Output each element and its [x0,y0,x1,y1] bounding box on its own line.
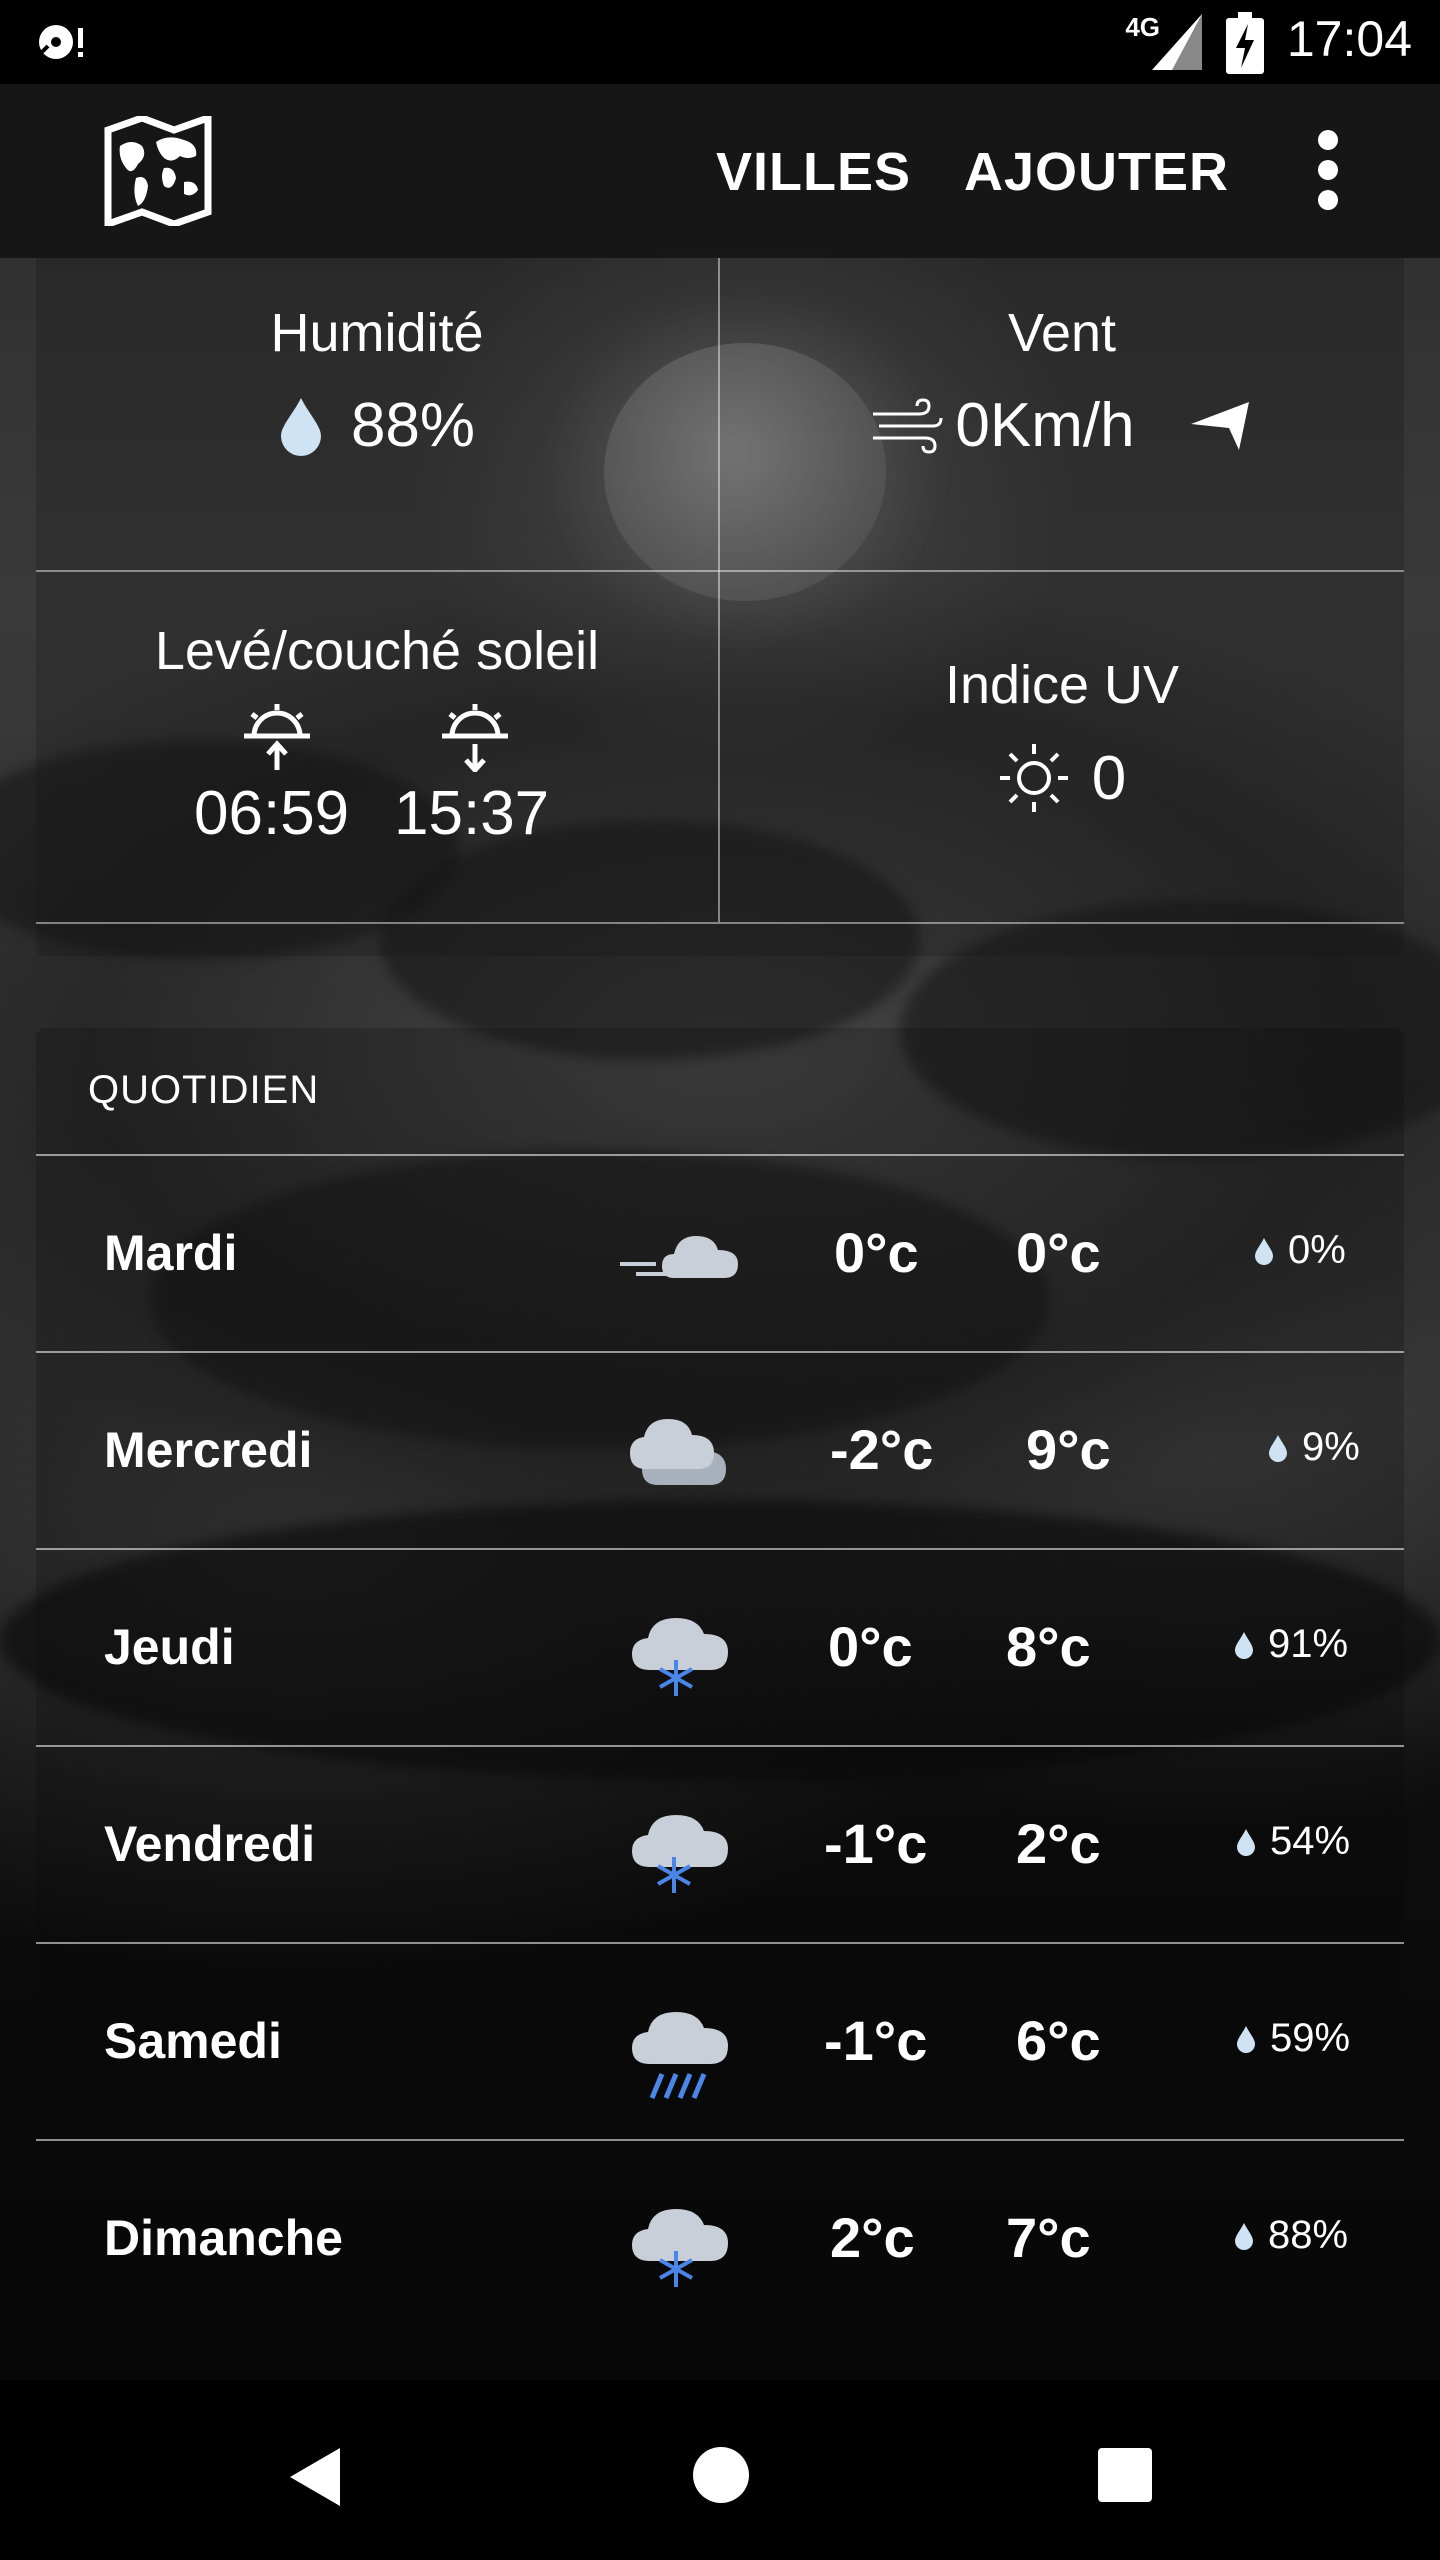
snow-cloud-icon [632,1815,728,1893]
temp-max: 0°c [1016,1221,1101,1284]
app-bar: VILLES AJOUTER [0,84,1440,258]
home-icon[interactable] [692,2446,750,2504]
temp-min: 0°c [828,1615,913,1678]
precipitation: 59% [1236,2016,1350,2061]
uv-value: 0 [1091,743,1127,813]
temp-max: 7°c [1006,2206,1091,2269]
precipitation-value: 59% [1270,2016,1351,2060]
day-name: Vendredi [104,1816,316,1872]
overflow-menu-button[interactable] [1290,120,1366,220]
wind-value: 0Km/h [955,391,1135,460]
precipitation-value: 54% [1270,1819,1351,1863]
precipitation: 54% [1236,1819,1350,1864]
water-drop-icon [280,397,321,456]
precipitation: 9% [1268,1425,1360,1470]
sunset-time: 15:37 [394,779,550,848]
water-drop-icon [1255,1238,1273,1265]
forecast-row[interactable]: Mardi 0°c 0°c 0% [36,1154,1404,1350]
water-drop-icon [1269,1435,1287,1462]
temp-min: 2°c [830,2206,915,2269]
temp-max: 2°c [1016,1812,1101,1875]
uv-cell: Indice UV 0 [720,654,1404,814]
uv-title: Indice UV [944,655,1180,715]
wind-direction-icon [1190,401,1249,450]
snow-cloud-icon [632,2209,728,2287]
temp-min: 0°c [834,1221,919,1284]
navigation-bar [0,2380,1440,2560]
details-card: Humidité 88% Vent 0Km/h Levé/couché sole… [36,258,1404,956]
day-name: Dimanche [104,2210,343,2266]
back-icon[interactable] [286,2446,344,2508]
precipitation: 0% [1254,1228,1346,1273]
wind-cloud-icon [620,1236,738,1278]
precipitation-value: 91% [1268,1622,1349,1666]
rain-cloud-icon [632,2012,728,2099]
status-bar: 4G 17:04 [0,0,1440,84]
temp-min: -1°c [824,2009,928,2072]
divider [36,1942,1404,1944]
humidity-title: Humidité [270,303,484,363]
daily-header: QUOTIDIEN [88,1068,320,1112]
precipitation-value: 0% [1288,1228,1346,1272]
sun-cell: Levé/couché soleil 06:59 15:37 [36,620,718,852]
divider [36,2139,1404,2141]
temp-min: -2°c [830,1418,934,1481]
forecast-row[interactable]: Vendredi -1°c 2°c 54% [36,1745,1404,1941]
snow-cloud-icon [632,1618,728,1696]
sunset-icon [442,704,508,772]
precipitation: 88% [1234,2213,1348,2258]
precipitation-value: 88% [1268,2213,1349,2257]
notification-icon [36,25,83,59]
day-name: Mardi [104,1225,238,1281]
world-map-icon[interactable] [102,116,214,226]
sunrise-time: 06:59 [194,779,350,848]
forecast-row[interactable]: Dimanche 2°c 7°c 88% [36,2139,1404,2335]
temp-max: 6°c [1016,2009,1101,2072]
divider [36,1154,1404,1156]
day-name: Jeudi [104,1619,235,1675]
day-name: Samedi [104,2013,282,2069]
cloudy-icon [630,1419,726,1485]
signal-icon [1152,14,1202,70]
wind-icon [873,397,943,454]
divider [36,1548,1404,1550]
forecast-row[interactable]: Jeudi 0°c 8°c 91% [36,1548,1404,1744]
precipitation: 91% [1234,1622,1348,1667]
cities-button[interactable]: VILLES [716,141,911,203]
precipitation-value: 9% [1302,1425,1360,1469]
dot [1318,160,1338,180]
humidity-value: 88% [350,391,476,460]
recents-icon[interactable] [1098,2448,1152,2502]
water-drop-icon [1235,2223,1253,2250]
day-name: Mercredi [104,1422,313,1478]
temp-max: 9°c [1026,1418,1111,1481]
forecast-row[interactable]: Samedi -1°c 6°c 59% [36,1942,1404,2138]
forecast-row[interactable]: Mercredi -2°c 9°c 9% [36,1351,1404,1547]
sunrise-icon [244,704,310,770]
wind-title: Vent [1007,303,1117,363]
sun-icon [999,744,1068,812]
water-drop-icon [1235,1632,1253,1659]
water-drop-icon [1237,1829,1255,1856]
add-city-button[interactable]: AJOUTER [964,141,1229,203]
clock: 17:04 [1286,11,1412,67]
humidity-cell: Humidité 88% [36,302,718,461]
daily-card: QUOTIDIEN Mardi 0°c 0°c 0% Mercredi -2°c… [36,1028,1404,2318]
weather-screen: 4G 17:04 VILLES AJOUTER Humidité 88% Ven… [0,0,1440,2560]
divider [36,1351,1404,1353]
temp-max: 8°c [1006,1615,1091,1678]
temp-min: -1°c [824,1812,928,1875]
dot [1318,130,1338,150]
divider [36,922,1404,924]
wind-cell: Vent 0Km/h [720,302,1404,461]
water-drop-icon [1237,2026,1255,2053]
dot [1318,190,1338,210]
battery-charging-icon [1226,12,1264,74]
divider [36,1745,1404,1747]
divider [36,570,1404,572]
sun-title: Levé/couché soleil [154,621,600,681]
